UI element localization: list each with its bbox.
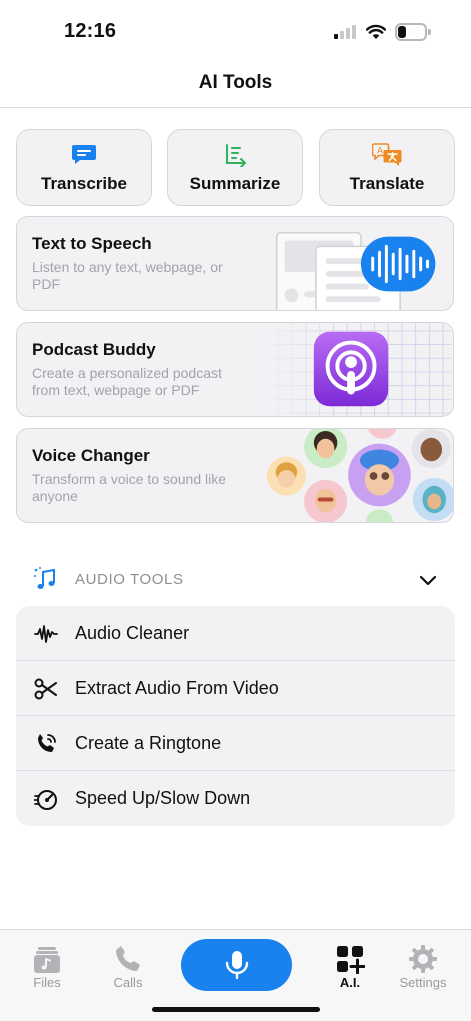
summarize-label: Summarize [189,174,281,193]
list-item-label: Create a Ringtone [75,733,222,753]
chat-bubble-icon [72,145,96,164]
wifi-icon [366,24,386,39]
tab-calls[interactable]: Calls [98,944,158,990]
audio-tools-section-header[interactable]: AUDIO TOOLS [16,560,454,600]
phone-icon [116,946,140,971]
home-indicator [152,1007,320,1012]
card-description: Create a personalized podcast from text,… [32,365,222,398]
tab-ai[interactable]: A.I. [320,944,380,990]
card-title: Voice Changer [32,446,150,465]
tab-settings[interactable]: Settings [393,944,453,990]
phone-ringing-icon [38,734,56,752]
section-title: AUDIO TOOLS [75,571,184,588]
document-waveform-art [276,231,436,310]
list-item-label: Extract Audio From Video [75,678,279,698]
audio-cleaner-item[interactable]: Audio Cleaner [16,606,455,661]
translate-button[interactable]: A Translate [319,129,455,206]
list-item-label: Audio Cleaner [75,623,190,643]
podcast-app-icon [255,323,451,416]
status-time: 12:16 [64,20,117,42]
tab-label: Settings [399,975,447,990]
scissors-icon [34,678,57,700]
music-note-icon [34,567,56,589]
card-title: Text to Speech [32,234,152,253]
transcribe-button[interactable]: Transcribe [16,129,152,206]
status-bar: 12:16 [0,0,471,60]
text-to-speech-card[interactable]: Text to Speech Listen to any text, webpa… [16,216,454,311]
svg-text:A: A [377,146,383,156]
tab-label: A.I. [339,975,361,990]
speed-item[interactable]: Speed Up/Slow Down [16,771,455,826]
tab-bar: Files Calls A.I. Settings [0,929,471,1021]
page-title: AI Tools [198,72,273,93]
podcast-buddy-card[interactable]: Podcast Buddy Create a personalized podc… [16,322,454,417]
waveform-icon [34,625,58,643]
summarize-button[interactable]: Summarize [167,129,303,206]
card-description: Transform a voice to sound like anyone [32,471,227,504]
voice-changer-card[interactable]: Voice Changer Transform a voice to sound… [16,428,454,523]
gear-icon [409,945,437,973]
audio-tools-list: Audio Cleaner Extract Audio From Video C… [16,606,455,826]
translate-icon: A [372,143,402,166]
microphone-icon [225,951,249,980]
avatar-collage [266,429,453,522]
speed-icon [34,790,57,810]
battery-icon [395,23,431,41]
summary-list-icon [226,144,247,167]
translate-label: Translate [349,174,425,193]
record-button[interactable] [181,939,292,991]
transcribe-label: Transcribe [41,174,127,193]
list-item-label: Speed Up/Slow Down [75,788,251,808]
tab-label: Files [33,975,61,990]
tab-label: Calls [113,975,143,990]
files-icon [34,947,60,973]
tab-files[interactable]: Files [17,944,77,990]
card-description: Listen to any text, webpage, or PDF [32,259,223,292]
cellular-signal-icon [334,25,358,39]
chevron-down-icon[interactable] [418,570,438,590]
card-title: Podcast Buddy [32,340,156,359]
create-ringtone-item[interactable]: Create a Ringtone [16,716,455,771]
header-divider [0,107,471,108]
extract-audio-item[interactable]: Extract Audio From Video [16,661,455,716]
apps-plus-icon [337,946,365,974]
